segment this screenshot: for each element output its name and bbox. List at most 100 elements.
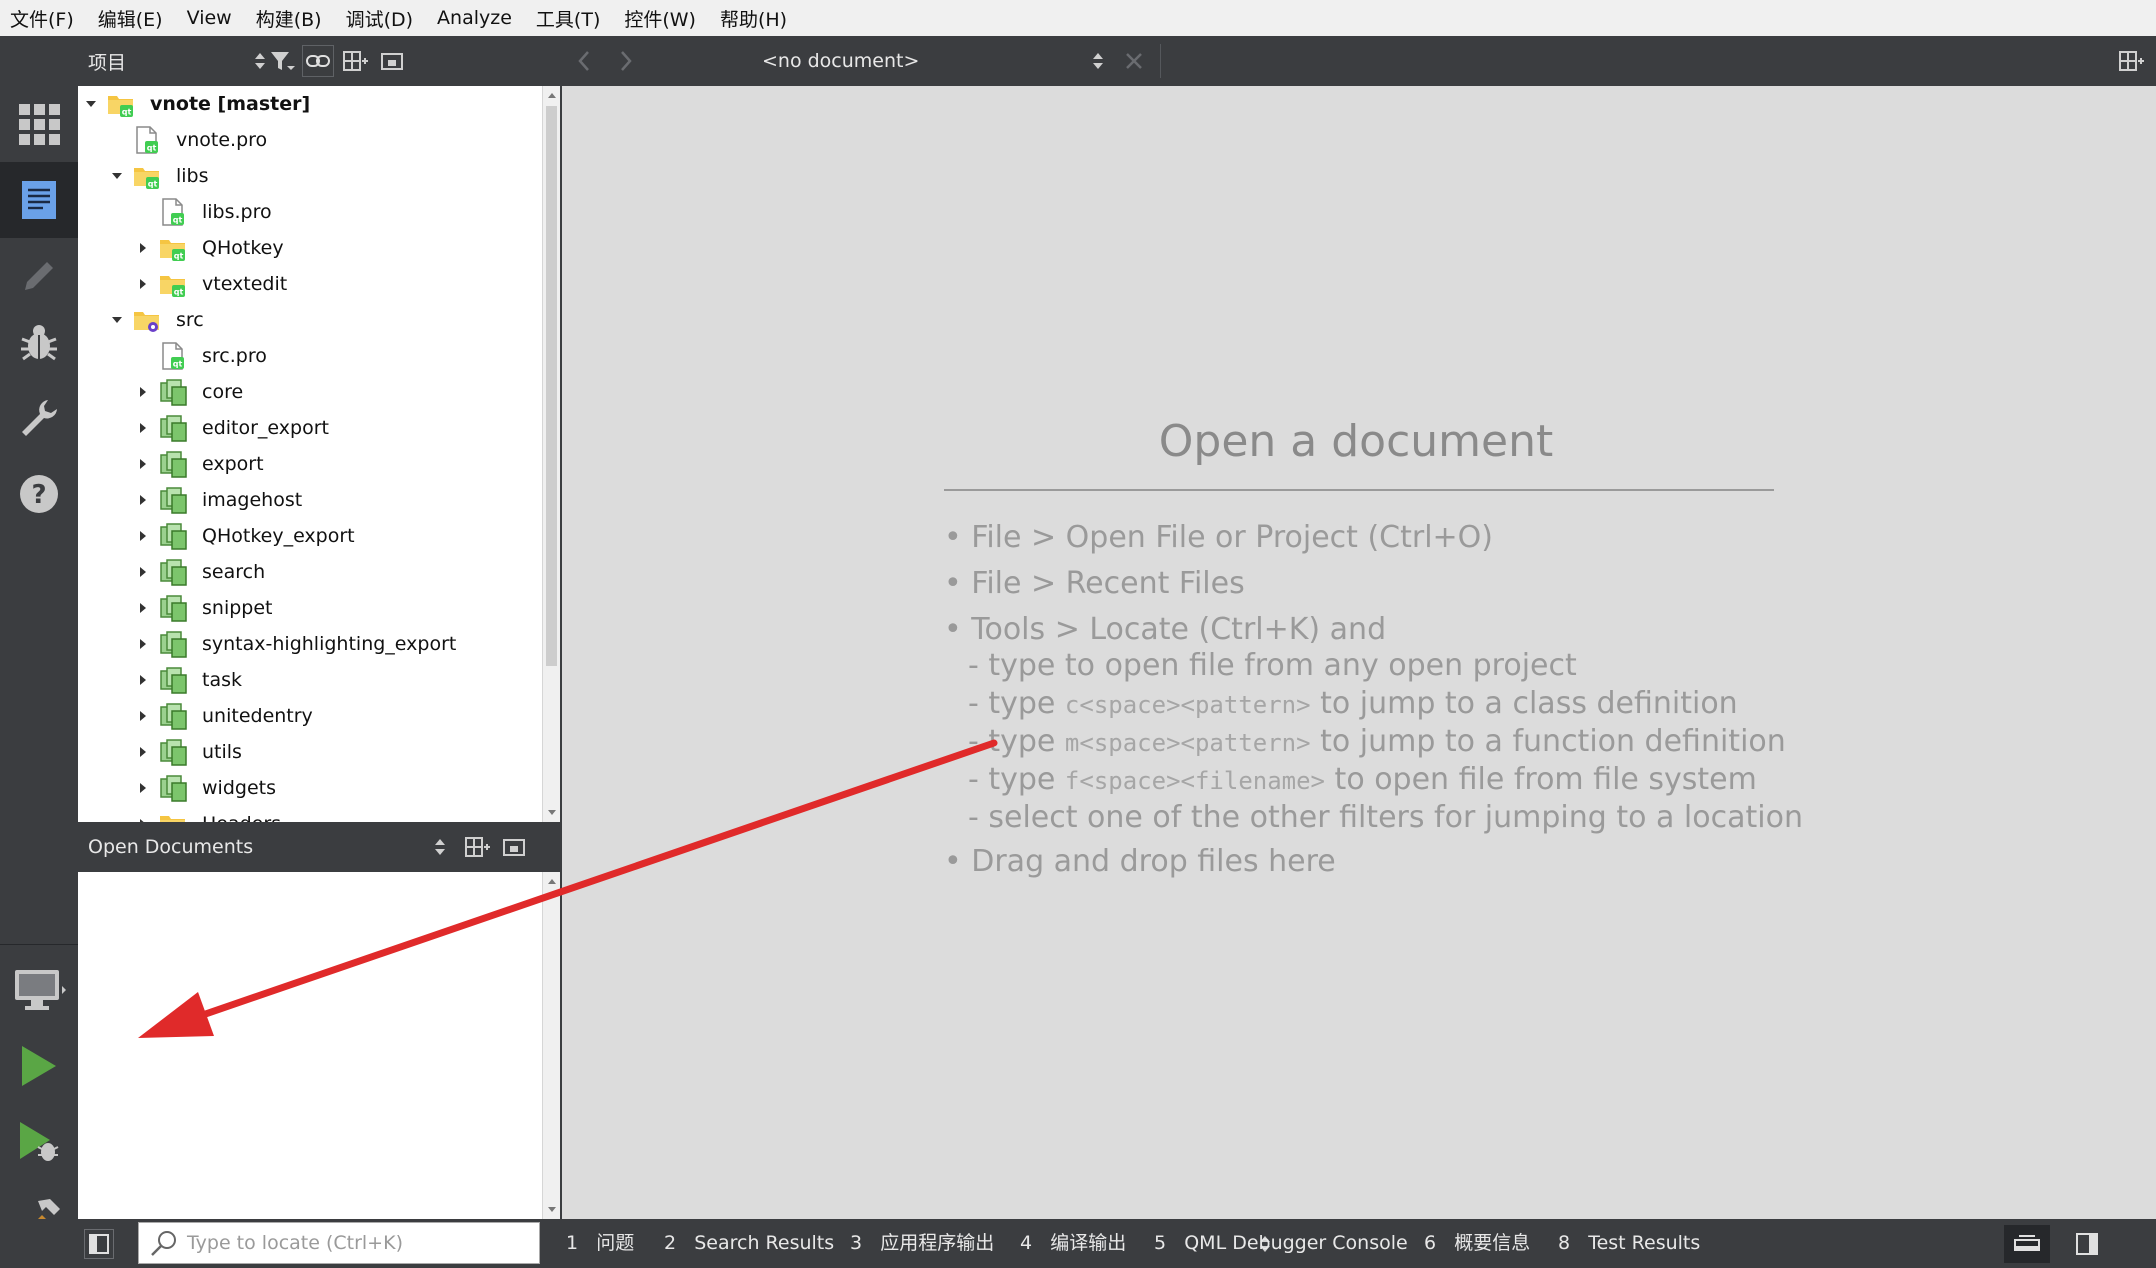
scroll-up-icon[interactable] [544, 88, 560, 104]
tree-item[interactable]: utils [134, 734, 242, 770]
tree-item[interactable]: widgets [134, 770, 276, 806]
forward-icon[interactable] [610, 45, 642, 77]
tip-sub3-a: - type [968, 724, 1065, 759]
mode-welcome[interactable] [0, 86, 78, 162]
tree-item[interactable]: qt vnote.pro [108, 122, 267, 158]
expand-right-icon[interactable] [134, 527, 152, 545]
menu-help[interactable]: 帮助(H) [720, 5, 787, 32]
link-with-editor-icon[interactable] [302, 45, 334, 77]
tab-number: 2 [664, 1232, 677, 1254]
expand-right-icon[interactable] [134, 599, 152, 617]
svg-text:qt: qt [174, 288, 184, 297]
locator-field[interactable]: Type to locate (Ctrl+K) [138, 1222, 540, 1264]
tab-label: 概要信息 [1454, 1232, 1531, 1254]
tip-sub4-b: to open file from file system [1325, 762, 1757, 797]
toggle-sidebar-button[interactable] [84, 1229, 114, 1259]
editor-area: Open a document • File > Open File or Pr… [562, 86, 2156, 1219]
expand-down-icon[interactable] [108, 167, 126, 185]
split-icon[interactable] [340, 45, 372, 77]
tree-item[interactable]: task [134, 662, 242, 698]
mode-projects[interactable] [0, 380, 78, 456]
scroll-thumb[interactable] [546, 106, 557, 666]
mode-debug[interactable] [0, 304, 78, 380]
tree-item[interactable]: syntax-highlighting_export [134, 626, 456, 662]
tree-item[interactable]: imagehost [134, 482, 302, 518]
close-document-icon[interactable] [1118, 45, 1150, 77]
right-sidebar-icon [2076, 1233, 2098, 1255]
mode-edit[interactable] [0, 162, 78, 238]
document-combo-updown-icon[interactable] [1082, 45, 1114, 77]
open-documents-scrollbar[interactable] [542, 872, 560, 1219]
expand-right-icon[interactable] [134, 239, 152, 257]
open-docs-selector-updown-icon[interactable] [424, 831, 456, 863]
tree-item[interactable]: qt libs [108, 158, 209, 194]
expand-right-icon[interactable] [134, 383, 152, 401]
expand-right-icon[interactable] [134, 275, 152, 293]
open-documents-title: Open Documents [88, 836, 254, 858]
tree-item[interactable]: qt QHotkey [134, 230, 284, 266]
tree-item[interactable]: qt vtextedit [134, 266, 287, 302]
output-tab-compile-output[interactable]: 4 编译输出 [1020, 1219, 1126, 1268]
output-tab-test-results[interactable]: 8 Test Results [1558, 1219, 1700, 1268]
back-icon[interactable] [568, 45, 600, 77]
tree-item[interactable]: search [134, 554, 265, 590]
tree-item[interactable]: editor_export [134, 410, 329, 446]
tree-item-label: libs [176, 165, 209, 187]
expand-right-icon[interactable] [134, 419, 152, 437]
toggle-output-pane-button[interactable] [2004, 1225, 2050, 1263]
tree-item[interactable]: qt src.pro [134, 338, 267, 374]
expand-right-icon[interactable] [134, 635, 152, 653]
expand-right-icon[interactable] [134, 707, 152, 725]
close-pane-icon[interactable] [376, 45, 408, 77]
open-docs-close-pane-icon[interactable] [498, 831, 530, 863]
tree-item[interactable]: unitedentry [134, 698, 313, 734]
output-tab-search-results[interactable]: 2 Search Results [664, 1219, 834, 1268]
expand-right-icon[interactable] [134, 491, 152, 509]
toggle-right-sidebar-button[interactable] [2072, 1229, 2102, 1259]
tree-item[interactable]: Headers [134, 806, 281, 822]
split-editor-icon[interactable] [2116, 45, 2148, 77]
menu-view[interactable]: View [187, 7, 232, 29]
menu-analyze[interactable]: Analyze [437, 7, 512, 29]
kit-selector[interactable] [0, 952, 78, 1028]
tree-item[interactable]: QHotkey_export [134, 518, 355, 554]
output-tab-app-output[interactable]: 3 应用程序输出 [850, 1219, 994, 1268]
expand-down-icon[interactable] [82, 95, 100, 113]
debug-run-button[interactable] [0, 1104, 78, 1180]
run-button[interactable] [0, 1028, 78, 1104]
menu-file[interactable]: 文件(F) [10, 5, 74, 32]
expand-right-icon[interactable] [134, 779, 152, 797]
scroll-up-icon[interactable] [544, 874, 560, 890]
tree-item[interactable]: qt vnote [master] [82, 86, 310, 122]
open-docs-split-icon[interactable] [462, 831, 494, 863]
expand-down-icon[interactable] [108, 311, 126, 329]
menu-build[interactable]: 构建(B) [256, 5, 322, 32]
tab-number: 4 [1020, 1232, 1033, 1254]
menu-edit[interactable]: 编辑(E) [98, 5, 163, 32]
expand-right-icon[interactable] [134, 455, 152, 473]
project-tree-scrollbar[interactable] [542, 86, 560, 822]
expand-right-icon[interactable] [134, 815, 152, 822]
output-tab-qml-debugger[interactable]: 5 QML Debugger Console [1154, 1219, 1408, 1268]
expand-right-icon[interactable] [134, 563, 152, 581]
tree-item[interactable]: core [134, 374, 243, 410]
expand-right-icon[interactable] [134, 743, 152, 761]
mode-help[interactable]: ? [0, 456, 78, 532]
tree-item[interactable]: snippet [134, 590, 272, 626]
output-tab-issues[interactable]: 1 问题 [566, 1219, 634, 1268]
scroll-down-icon[interactable] [544, 1201, 560, 1217]
filter-icon[interactable] [266, 45, 298, 77]
document-combo[interactable]: <no document> [762, 36, 919, 86]
tree-item[interactable]: export [134, 446, 264, 482]
tree-item[interactable]: src [108, 302, 204, 338]
menu-tools[interactable]: 工具(T) [536, 5, 600, 32]
scroll-down-icon[interactable] [544, 804, 560, 820]
open-documents-list[interactable] [78, 872, 542, 1219]
menu-debug[interactable]: 调试(D) [346, 5, 413, 32]
expand-right-icon[interactable] [134, 671, 152, 689]
mode-design[interactable] [0, 238, 78, 314]
output-tab-general-messages[interactable]: 6 概要信息 [1424, 1219, 1530, 1268]
menu-widgets[interactable]: 控件(W) [624, 5, 696, 32]
tree-item[interactable]: qt libs.pro [134, 194, 272, 230]
